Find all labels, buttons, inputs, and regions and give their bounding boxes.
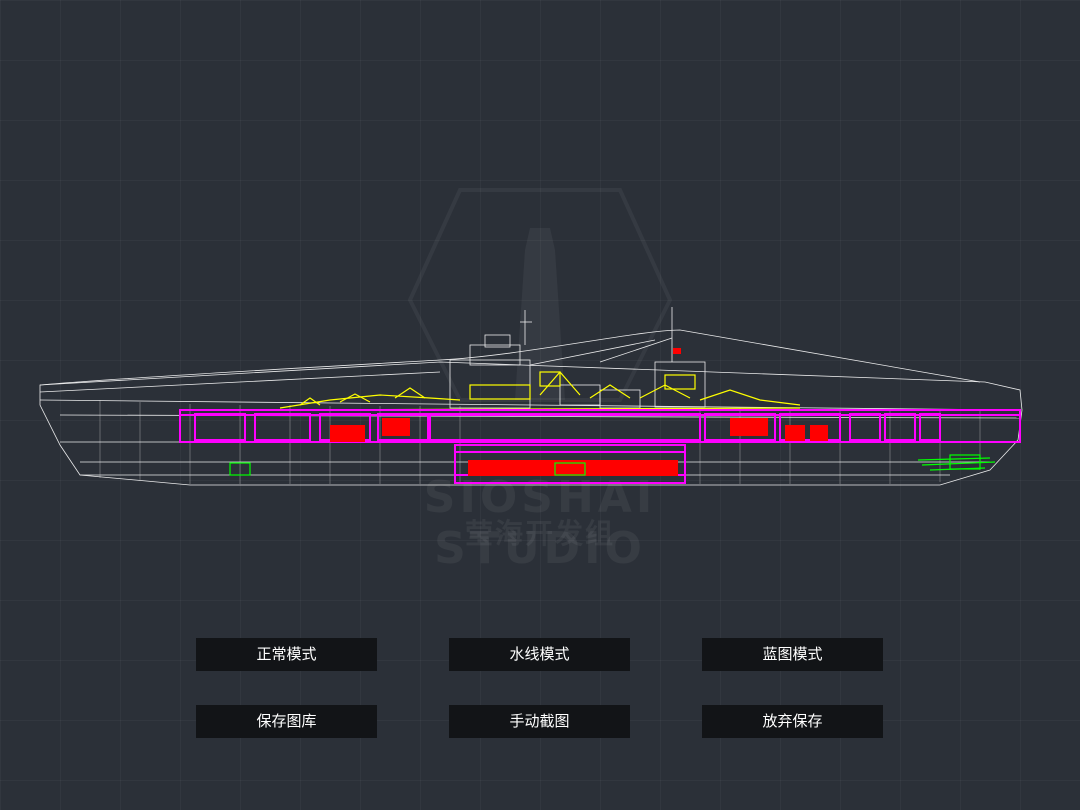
- watermark-group-text: 莹海开发组: [464, 517, 615, 550]
- flag-icon: [673, 348, 681, 354]
- normal-mode-button[interactable]: 正常模式: [196, 638, 377, 671]
- machinery-spaces: [330, 418, 828, 476]
- hull-wireframe: [39, 307, 1023, 486]
- discard-save-button[interactable]: 放弃保存: [702, 705, 883, 738]
- save-gallery-button[interactable]: 保存图库: [196, 705, 377, 738]
- waterline-mode-button[interactable]: 水线模式: [449, 638, 630, 671]
- blueprint-mode-button[interactable]: 蓝图模式: [702, 638, 883, 671]
- manual-screenshot-button[interactable]: 手动截图: [449, 705, 630, 738]
- ship-wireframe-view: [39, 307, 1023, 486]
